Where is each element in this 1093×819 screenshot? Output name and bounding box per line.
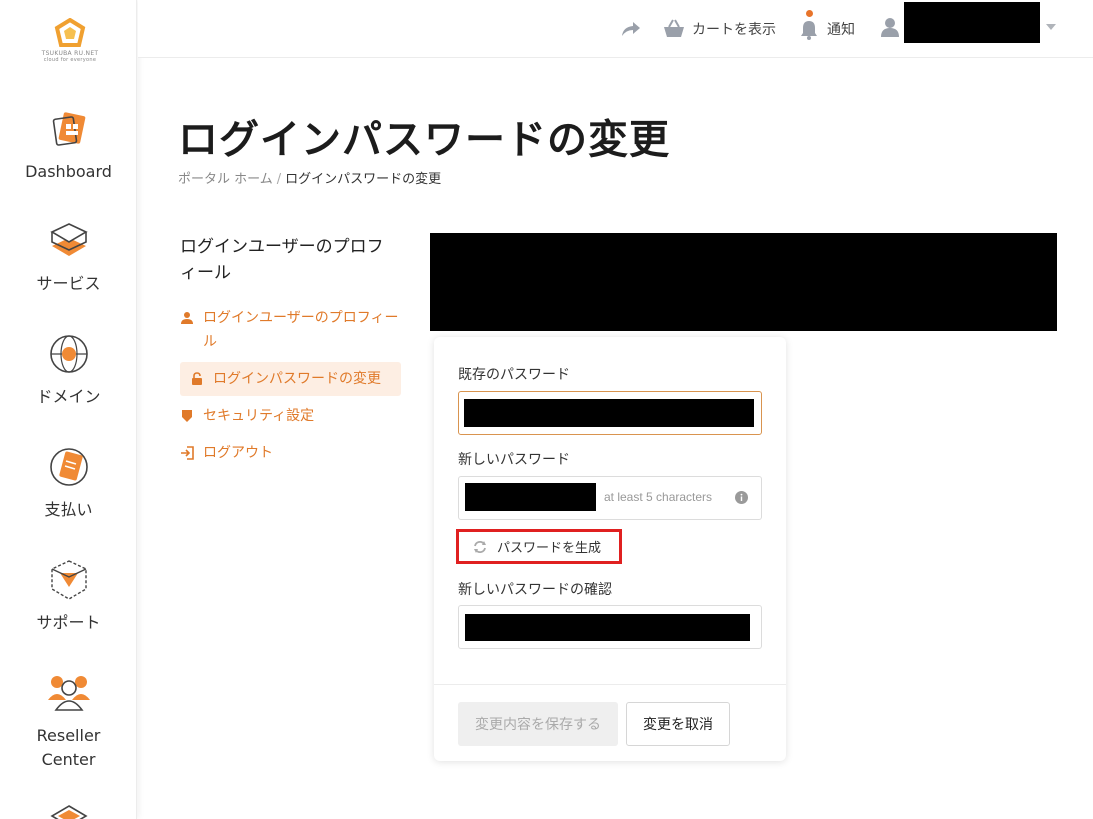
sidebar-item-support[interactable]: サポート (0, 557, 137, 635)
sidebar-item-label: サポート (36, 613, 101, 632)
sidebar-item-label: 支払い (44, 500, 93, 519)
menu-item-label: ログインユーザーのプロフィール (203, 310, 399, 350)
support-box-icon (50, 560, 87, 600)
new-password-value-redacted (465, 483, 596, 511)
menu-item-label: ログインパスワードの変更 (213, 371, 381, 387)
user-menu[interactable] (880, 1, 1056, 43)
new-password-label: 新しいパスワード (458, 452, 570, 468)
lock-icon (192, 372, 202, 385)
reseller-people-icon (47, 676, 90, 711)
sidebar-item-dashboard[interactable]: Dashboard (0, 106, 137, 184)
breadcrumb-separator: / (276, 172, 282, 187)
generate-password-label: パスワードを生成 (497, 541, 602, 556)
sidebar-item-payment[interactable]: 支払い (0, 444, 137, 522)
payment-icon (49, 448, 88, 486)
menu-item-label: ログアウト (203, 445, 273, 461)
cart-label: カートを表示 (692, 22, 776, 38)
breadcrumb-home-link[interactable]: ポータル ホーム (178, 172, 273, 187)
logo-icon (54, 18, 86, 47)
caret-down-icon (1046, 24, 1056, 30)
logo-subtext: cloud for everyone (43, 57, 97, 63)
more-icon (49, 805, 88, 819)
sidebar-item-label: サービス (36, 274, 101, 293)
change-password-form: 既存のパスワード 新しいパスワード at least 5 characters … (434, 337, 786, 761)
form-divider (434, 684, 786, 685)
menu-item-security[interactable]: セキュリティ設定 (180, 404, 402, 428)
logout-icon (181, 446, 194, 460)
brand-logo[interactable]: TSUKUBA RU.NET cloud for everyone (40, 18, 100, 70)
password-hint: at least 5 characters (604, 490, 713, 504)
sidebar-item-services[interactable]: サービス (0, 218, 137, 296)
refresh-icon (474, 540, 486, 553)
services-box-icon (49, 223, 88, 256)
menu-item-change-password[interactable]: ログインパスワードの変更 (180, 362, 401, 396)
current-password-label: 既存のパスワード (458, 367, 570, 383)
generate-password-button[interactable]: パスワードを生成 (456, 529, 622, 564)
notification-bell-wrap (800, 10, 818, 40)
bell-icon (801, 21, 817, 40)
sidebar-item-more[interactable] (0, 802, 137, 819)
sidebar-item-domain[interactable]: ドメイン (0, 331, 137, 409)
top-bar: カートを表示 通知 (138, 0, 1093, 58)
share-arrow-icon (622, 22, 640, 36)
logo-text: TSUKUBA RU.NET (41, 50, 99, 57)
notifications-button[interactable]: 通知 (800, 10, 855, 40)
save-changes-button[interactable]: 変更内容を保存する (458, 702, 618, 746)
sidebar-item-label: Reseller Center (36, 726, 101, 769)
sidebar: TSUKUBA RU.NET cloud for everyone Dashbo… (0, 0, 137, 819)
username-redacted (904, 1, 1040, 43)
menu-item-label: セキュリティ設定 (203, 408, 315, 424)
shield-icon (182, 410, 192, 422)
dashboard-icon (52, 112, 85, 146)
sidebar-item-label: Dashboard (25, 162, 112, 181)
cancel-changes-button[interactable]: 変更を取消 (626, 702, 730, 746)
current-password-field[interactable] (458, 391, 762, 435)
page-title: ログインパスワードの変更 (178, 117, 670, 163)
confirm-password-value-redacted (465, 614, 750, 641)
menu-item-profile[interactable]: ログインユーザーのプロフィール (180, 306, 402, 354)
cart-basket-icon (664, 19, 684, 37)
user-icon (881, 18, 899, 37)
sidebar-item-reseller[interactable]: Reseller Center (0, 670, 137, 772)
menu-item-logout[interactable]: ログアウト (180, 441, 402, 465)
info-icon[interactable] (735, 491, 748, 504)
notify-label: 通知 (827, 22, 855, 38)
share-button[interactable] (621, 18, 641, 40)
confirm-password-label: 新しいパスワードの確認 (458, 582, 612, 598)
domain-globe-icon (49, 335, 88, 373)
notification-dot (806, 10, 813, 17)
new-password-field[interactable]: at least 5 characters (458, 476, 762, 520)
current-password-value-redacted (464, 399, 754, 427)
redacted-banner (430, 233, 1057, 331)
view-cart-button[interactable]: カートを表示 (663, 18, 776, 40)
sidebar-item-label: ドメイン (36, 387, 101, 406)
profile-menu-title: ログインユーザーのプロフィール (180, 237, 384, 283)
breadcrumb-current: ログインパスワードの変更 (285, 172, 442, 187)
confirm-password-field[interactable] (458, 605, 762, 649)
user-icon (181, 312, 193, 324)
breadcrumb: ポータル ホーム / ログインパスワードの変更 (178, 168, 441, 187)
